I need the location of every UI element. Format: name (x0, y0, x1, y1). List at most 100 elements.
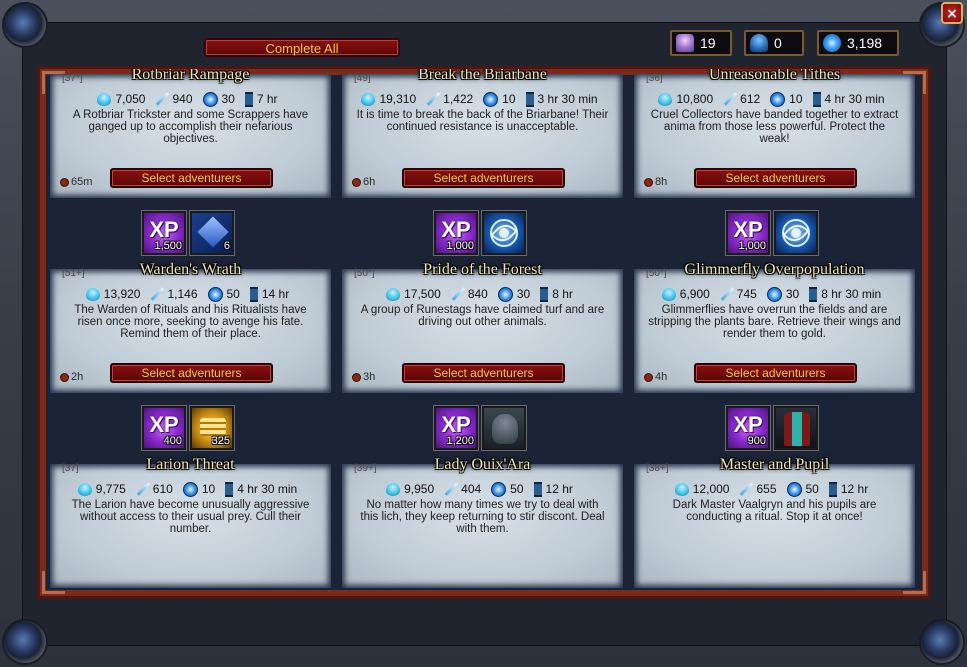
health-value: 17,500 (404, 287, 441, 301)
mission-description: Cruel Collectors have banded together to… (650, 109, 899, 145)
anima-icon (823, 34, 841, 52)
item-armor-reward-icon[interactable] (774, 406, 818, 450)
cost-value: 10 (201, 482, 216, 496)
troops-value: 0 (774, 35, 782, 51)
sword-icon (740, 482, 754, 496)
troops-counter: 0 (744, 30, 804, 56)
cost-value: 50 (226, 287, 240, 301)
attack-value: 940 (172, 92, 193, 106)
mission-card[interactable]: XP 1,200 [39+] Lady Ouix'Ara 9,950 404 50 12 hr… (342, 406, 623, 588)
sword-icon (444, 482, 459, 496)
mission-card[interactable]: XP 400 325 [37] Larion Threat 9,775 610 10 4 hr … (50, 406, 331, 588)
anima-cost-icon (786, 481, 802, 497)
duration-stat: 4 hr 30 min (225, 481, 297, 497)
health-icon (361, 92, 376, 106)
attack-stat: 840 (451, 286, 488, 302)
health-stat: 9,950 (386, 482, 434, 496)
cost-value: 30 (785, 287, 800, 301)
xp-reward-icon[interactable]: XP 1,000 (434, 211, 478, 255)
attack-stat: 745 (720, 286, 757, 302)
health-stat: 12,000 (674, 482, 729, 496)
expiration-value: 4h (655, 371, 668, 383)
health-value: 10,800 (676, 92, 714, 106)
mission-expiration: 6h (352, 176, 375, 188)
duration-value: 12 hr (545, 482, 573, 496)
cost-stat: 50 (786, 481, 819, 497)
mission-expiration: 2h (60, 371, 83, 383)
xp-reward-icon[interactable]: XP 1,500 (142, 211, 186, 255)
cost-value: 10 (789, 92, 803, 106)
select-adventurers-button[interactable]: Select adventurers (694, 363, 857, 383)
followers-counter: 19 (670, 30, 732, 56)
mission-expiration: 65m (60, 176, 92, 188)
frame-corner-ornament (2, 2, 48, 48)
select-adventurers-button[interactable]: Select adventurers (402, 363, 565, 383)
hourglass-icon (249, 286, 258, 302)
xp-reward-icon[interactable]: XP 400 (142, 406, 186, 450)
sword-icon (720, 287, 735, 301)
reward-quantity: 1,500 (154, 240, 182, 252)
health-value: 9,775 (95, 482, 126, 496)
item-gold-reward-icon[interactable]: 325 (190, 406, 234, 450)
select-adventurers-button[interactable]: Select adventurers (110, 363, 273, 383)
xp-reward-icon[interactable]: XP 1,000 (726, 211, 770, 255)
select-adventurers-button[interactable]: Select adventurers (110, 168, 273, 188)
mission-description: Dark Master Vaalgryn and his pupils are … (672, 499, 877, 523)
sword-icon (451, 287, 466, 301)
hourglass-icon (540, 286, 549, 302)
mission-title: Break the Briarbane (418, 66, 547, 83)
attack-value: 840 (467, 287, 488, 301)
anima-cost-icon (491, 481, 507, 497)
health-value: 6,900 (679, 287, 710, 301)
mission-card[interactable]: XP 1,500 6 [51+] Warden's Wrath 13,920 1,146 50… (50, 211, 331, 393)
mission-card[interactable]: XP 900 [38+] Master and Pupil 12,000 655 50 12 … (634, 406, 915, 588)
close-button[interactable]: × (941, 2, 963, 24)
hourglass-icon (244, 91, 253, 107)
mission-stats: 6,900 745 30 8 hr 30 min (634, 286, 915, 302)
cost-value: 30 (516, 287, 531, 301)
select-adventurers-button[interactable]: Select adventurers (694, 168, 857, 188)
mission-title: Glimmerfly Overpopulation (684, 261, 865, 278)
attack-value: 655 (756, 482, 777, 496)
clock-icon (644, 372, 653, 382)
reward-quantity: 1,000 (738, 240, 766, 252)
mission-card[interactable]: XP5003[49]Break the Briarbane19,3101,422… (342, 69, 623, 198)
mission-title: Master and Pupil (719, 456, 830, 473)
mission-card[interactable]: XP600BONUSXP1,800[37*]Rotbriar Rampage7,… (50, 69, 331, 198)
mission-title: Warden's Wrath (139, 261, 242, 278)
xp-reward-icon[interactable]: XP 1,200 (434, 406, 478, 450)
mission-description: It is time to break the back of the Bria… (356, 109, 609, 133)
attack-value: 1,422 (443, 92, 474, 106)
cost-value: 50 (805, 482, 819, 496)
mission-card[interactable]: XP30011[36]Unreasonable Tithes10,8006121… (634, 69, 915, 198)
mission-card[interactable]: XP 1,000 [50*] Pride of the Forest 17,500 840… (342, 211, 623, 393)
complete-all-button[interactable]: Complete All (204, 38, 400, 57)
item-crystal-reward-icon[interactable]: 6 (190, 211, 234, 255)
item-anima-orb-reward-icon[interactable] (482, 211, 526, 255)
health-icon (661, 287, 676, 301)
duration-value: 7 hr (256, 92, 278, 106)
anima-cost-icon (497, 286, 513, 302)
duration-value: 14 hr (261, 287, 290, 301)
mission-title: Unreasonable Tithes (708, 66, 841, 83)
mission-stats: 10,800 612 10 4 hr 30 min (634, 91, 915, 107)
reward-quantity: 1,200 (446, 435, 474, 447)
health-stat: 13,920 (85, 287, 140, 301)
mission-card[interactable]: XP 1,000 [50*] Glimmerfly Overpopulation 6,9… (634, 211, 915, 393)
health-icon (674, 482, 689, 496)
cost-value: 10 (502, 92, 516, 106)
cost-stat: 30 (766, 286, 800, 302)
attack-stat: 940 (155, 91, 193, 107)
select-adventurers-button[interactable]: Select adventurers (402, 168, 565, 188)
duration-stat: 12 hr (533, 481, 573, 497)
mission-description: The Warden of Rituals and his Ritualists… (74, 304, 307, 340)
health-stat: 17,500 (386, 287, 441, 301)
item-pouch-reward-icon[interactable] (482, 406, 526, 450)
hourglass-icon (533, 481, 542, 497)
mission-expiration: 8h (644, 176, 667, 188)
item-gold-icon (200, 418, 226, 436)
item-anima-orb-reward-icon[interactable] (774, 211, 818, 255)
attack-value: 610 (152, 482, 173, 496)
duration-value: 12 hr (840, 482, 869, 496)
xp-reward-icon[interactable]: XP 900 (726, 406, 770, 450)
